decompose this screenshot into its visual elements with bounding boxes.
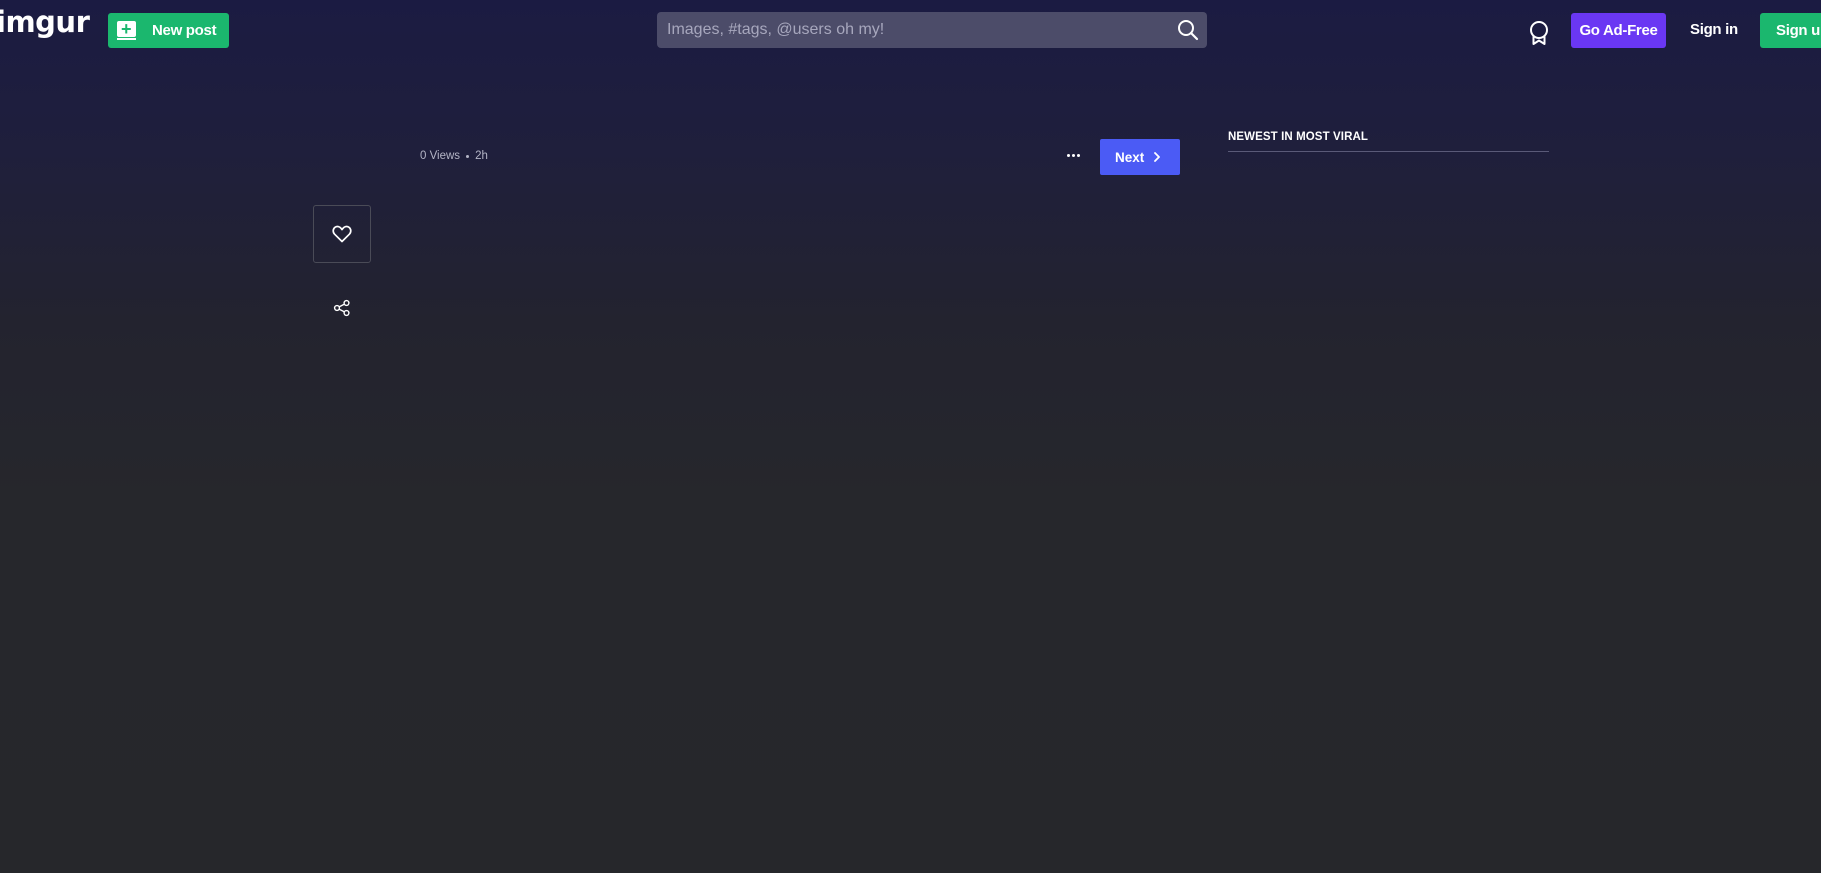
search-bar bbox=[657, 12, 1207, 48]
sign-up-clip: Sign up bbox=[1760, 13, 1821, 48]
ellipsis-icon bbox=[1066, 153, 1070, 157]
next-label: Next bbox=[1115, 149, 1145, 165]
heart-icon bbox=[332, 225, 352, 243]
plus-box-icon: + bbox=[117, 19, 136, 40]
chevron-right-icon bbox=[1154, 152, 1160, 162]
share-icon bbox=[333, 299, 350, 317]
search-icon[interactable] bbox=[1177, 19, 1199, 41]
top-navigation-bar: imgur + New post Go Ad-Free Sign in Sign… bbox=[0, 0, 1821, 62]
sidebar-title: NEWEST IN MOST VIRAL bbox=[1228, 131, 1549, 152]
sign-in-link[interactable]: Sign in bbox=[1690, 21, 1738, 38]
post-meta: 0 Views 2h bbox=[420, 150, 488, 162]
search-input[interactable] bbox=[657, 12, 1157, 48]
separator-dot bbox=[466, 154, 470, 158]
view-count: 0 Views bbox=[420, 150, 461, 162]
post-age: 2h bbox=[475, 150, 488, 162]
sign-up-button[interactable]: Sign up bbox=[1760, 13, 1821, 48]
imgur-logo[interactable]: imgur bbox=[0, 8, 90, 37]
next-post-button[interactable]: Next bbox=[1100, 139, 1180, 175]
share-button[interactable] bbox=[332, 298, 352, 318]
new-post-button[interactable]: + New post bbox=[108, 13, 229, 48]
more-options-button[interactable] bbox=[1060, 144, 1086, 166]
new-post-label: New post bbox=[152, 22, 217, 39]
go-ad-free-button[interactable]: Go Ad-Free bbox=[1571, 13, 1666, 48]
award-ribbon-icon[interactable] bbox=[1527, 20, 1551, 46]
like-button[interactable] bbox=[313, 205, 371, 263]
